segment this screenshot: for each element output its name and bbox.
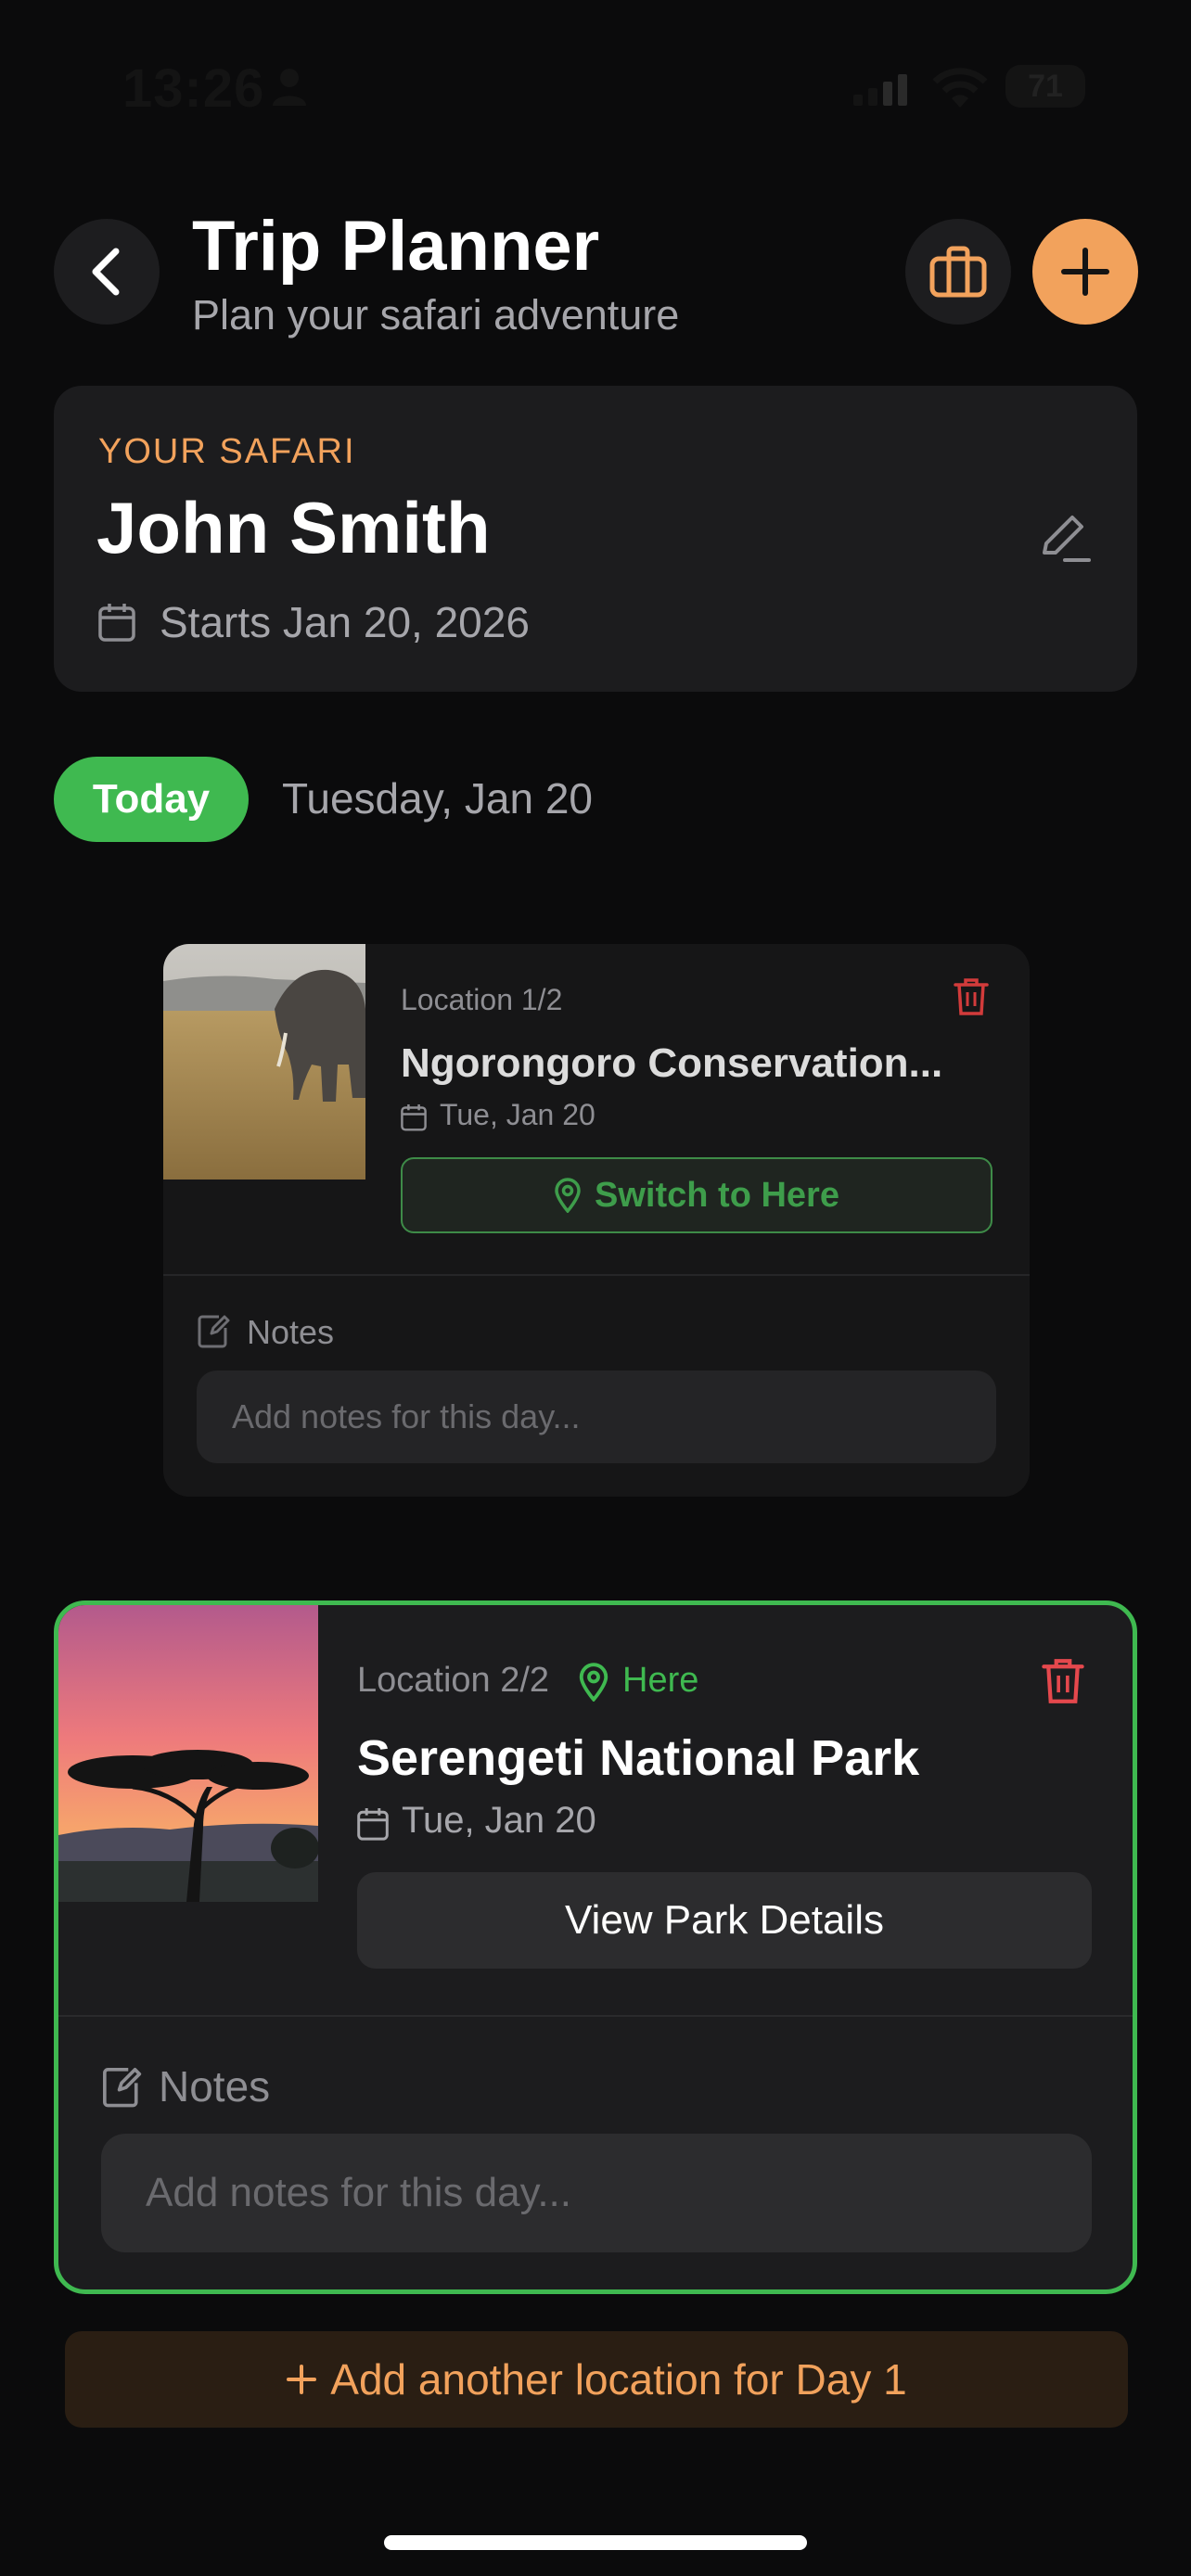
trash-icon xyxy=(954,978,989,1015)
view-park-details-button[interactable]: View Park Details xyxy=(357,1872,1092,1969)
notes-label: Notes xyxy=(159,2062,271,2111)
day-date: Tuesday, Jan 20 xyxy=(282,774,593,823)
location-card-2: Location 2/2 Here Serengeti National Par… xyxy=(54,1600,1137,2294)
today-badge: Today xyxy=(54,757,249,842)
map-pin-icon xyxy=(578,1663,609,1702)
serengeti-sunset-photo xyxy=(58,1605,318,1902)
calendar-icon xyxy=(98,603,135,642)
delete-location-button[interactable] xyxy=(954,977,989,1016)
notes-placeholder: Add notes for this day... xyxy=(146,2170,571,2215)
calendar-icon xyxy=(357,1807,389,1841)
status-time: 13:26 xyxy=(122,58,265,119)
notes-placeholder: Add notes for this day... xyxy=(232,1397,581,1435)
back-button[interactable] xyxy=(54,219,160,325)
trip-bag-button[interactable] xyxy=(905,219,1011,325)
notes-icon xyxy=(101,2065,142,2108)
plus-icon xyxy=(287,2365,317,2394)
ngorongoro-elephant-photo xyxy=(163,944,365,1180)
notes-icon xyxy=(197,1313,230,1348)
map-pin-icon xyxy=(555,1178,581,1213)
chevron-left-icon xyxy=(92,248,120,296)
location-name: Ngorongoro Conservation... xyxy=(401,1040,943,1086)
add-another-location-button[interactable]: Add another location for Day 1 xyxy=(65,2331,1128,2428)
location-card-1: Location 1/2 Ngorongoro Conservation... … xyxy=(163,944,1030,1497)
location-index-label: Location 2/2 xyxy=(357,1661,550,1700)
switch-to-here-label: Switch to Here xyxy=(595,1175,839,1215)
battery-icon: 71 xyxy=(1005,65,1085,108)
location-index-label: Location 1/2 xyxy=(401,983,563,1016)
notes-label: Notes xyxy=(247,1313,335,1351)
briefcase-icon xyxy=(929,246,987,298)
safari-summary-card: YOUR SAFARI John Smith Starts Jan 20, 20… xyxy=(54,386,1137,692)
plus-icon xyxy=(1061,248,1109,296)
safari-start-date: Starts Jan 20, 2026 xyxy=(160,598,530,646)
add-button[interactable] xyxy=(1032,219,1138,325)
location-name: Serengeti National Park xyxy=(357,1730,920,1786)
page-subtitle: Plan your safari adventure xyxy=(192,291,680,338)
divider xyxy=(163,1274,1030,1276)
edit-icon[interactable] xyxy=(1037,510,1093,566)
home-indicator[interactable] xyxy=(384,2535,807,2550)
location-date: Tue, Jan 20 xyxy=(402,1800,596,1841)
add-another-location-label: Add another location for Day 1 xyxy=(330,2355,907,2404)
traveler-name: John Smith xyxy=(96,487,491,568)
page-title: Trip Planner xyxy=(192,207,600,286)
location-date: Tue, Jan 20 xyxy=(440,1098,596,1131)
calendar-icon xyxy=(401,1103,427,1131)
divider xyxy=(58,2015,1133,2017)
trash-icon xyxy=(1042,1659,1084,1703)
person-icon xyxy=(271,67,308,108)
safari-label: YOUR SAFARI xyxy=(98,432,356,471)
notes-input[interactable]: Add notes for this day... xyxy=(101,2134,1092,2252)
cellular-signal-icon xyxy=(853,74,909,106)
wifi-icon xyxy=(931,67,989,109)
switch-to-here-button[interactable]: Switch to Here xyxy=(401,1157,992,1233)
battery-level: 71 xyxy=(1028,69,1063,104)
notes-input[interactable]: Add notes for this day... xyxy=(197,1371,996,1463)
current-location-indicator: Here xyxy=(622,1661,699,1700)
delete-location-button[interactable] xyxy=(1042,1657,1084,1705)
